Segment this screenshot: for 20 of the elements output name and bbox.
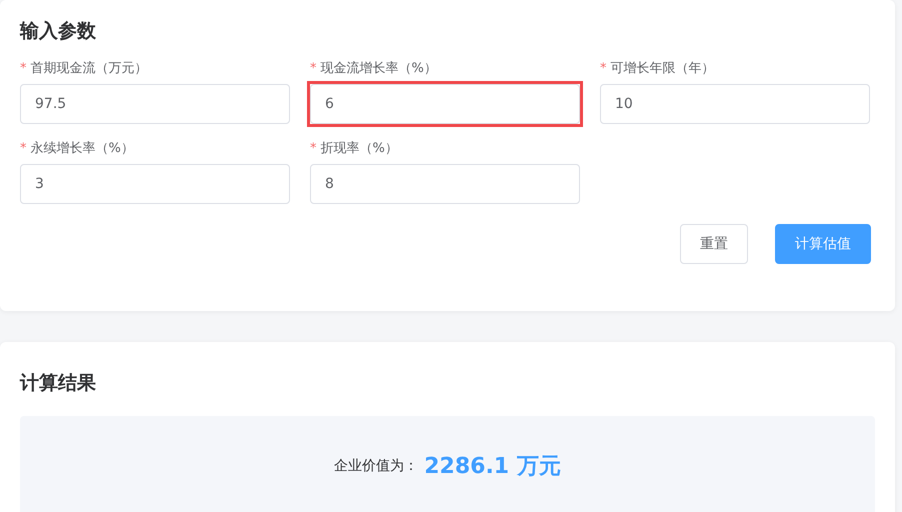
card-title: 输入参数 (20, 19, 97, 44)
required-mark: * (20, 61, 26, 76)
required-mark: * (310, 61, 316, 76)
result-value: 2286.1 万元 (424, 453, 561, 481)
field-label: 首期现金流（万元） (30, 61, 148, 76)
field-label: 永续增长率（%） (30, 141, 134, 156)
result-label: 企业价值为： (334, 457, 418, 475)
input-field[interactable]: 8 (310, 164, 580, 204)
required-mark: * (20, 141, 26, 156)
reset-button[interactable]: 重置 (680, 224, 748, 264)
field-label: 折现率（%） (320, 141, 398, 156)
input-field[interactable]: 6 (310, 84, 580, 124)
input-field[interactable]: 10 (600, 84, 870, 124)
field-label: 现金流增长率（%） (320, 61, 437, 76)
required-mark: * (600, 61, 606, 76)
input-field[interactable]: 97.5 (20, 84, 290, 124)
card-title: 计算结果 (20, 371, 97, 396)
input-field[interactable]: 3 (20, 164, 290, 204)
required-mark: * (310, 141, 316, 156)
field-label: 可增长年限（年） (610, 61, 714, 76)
